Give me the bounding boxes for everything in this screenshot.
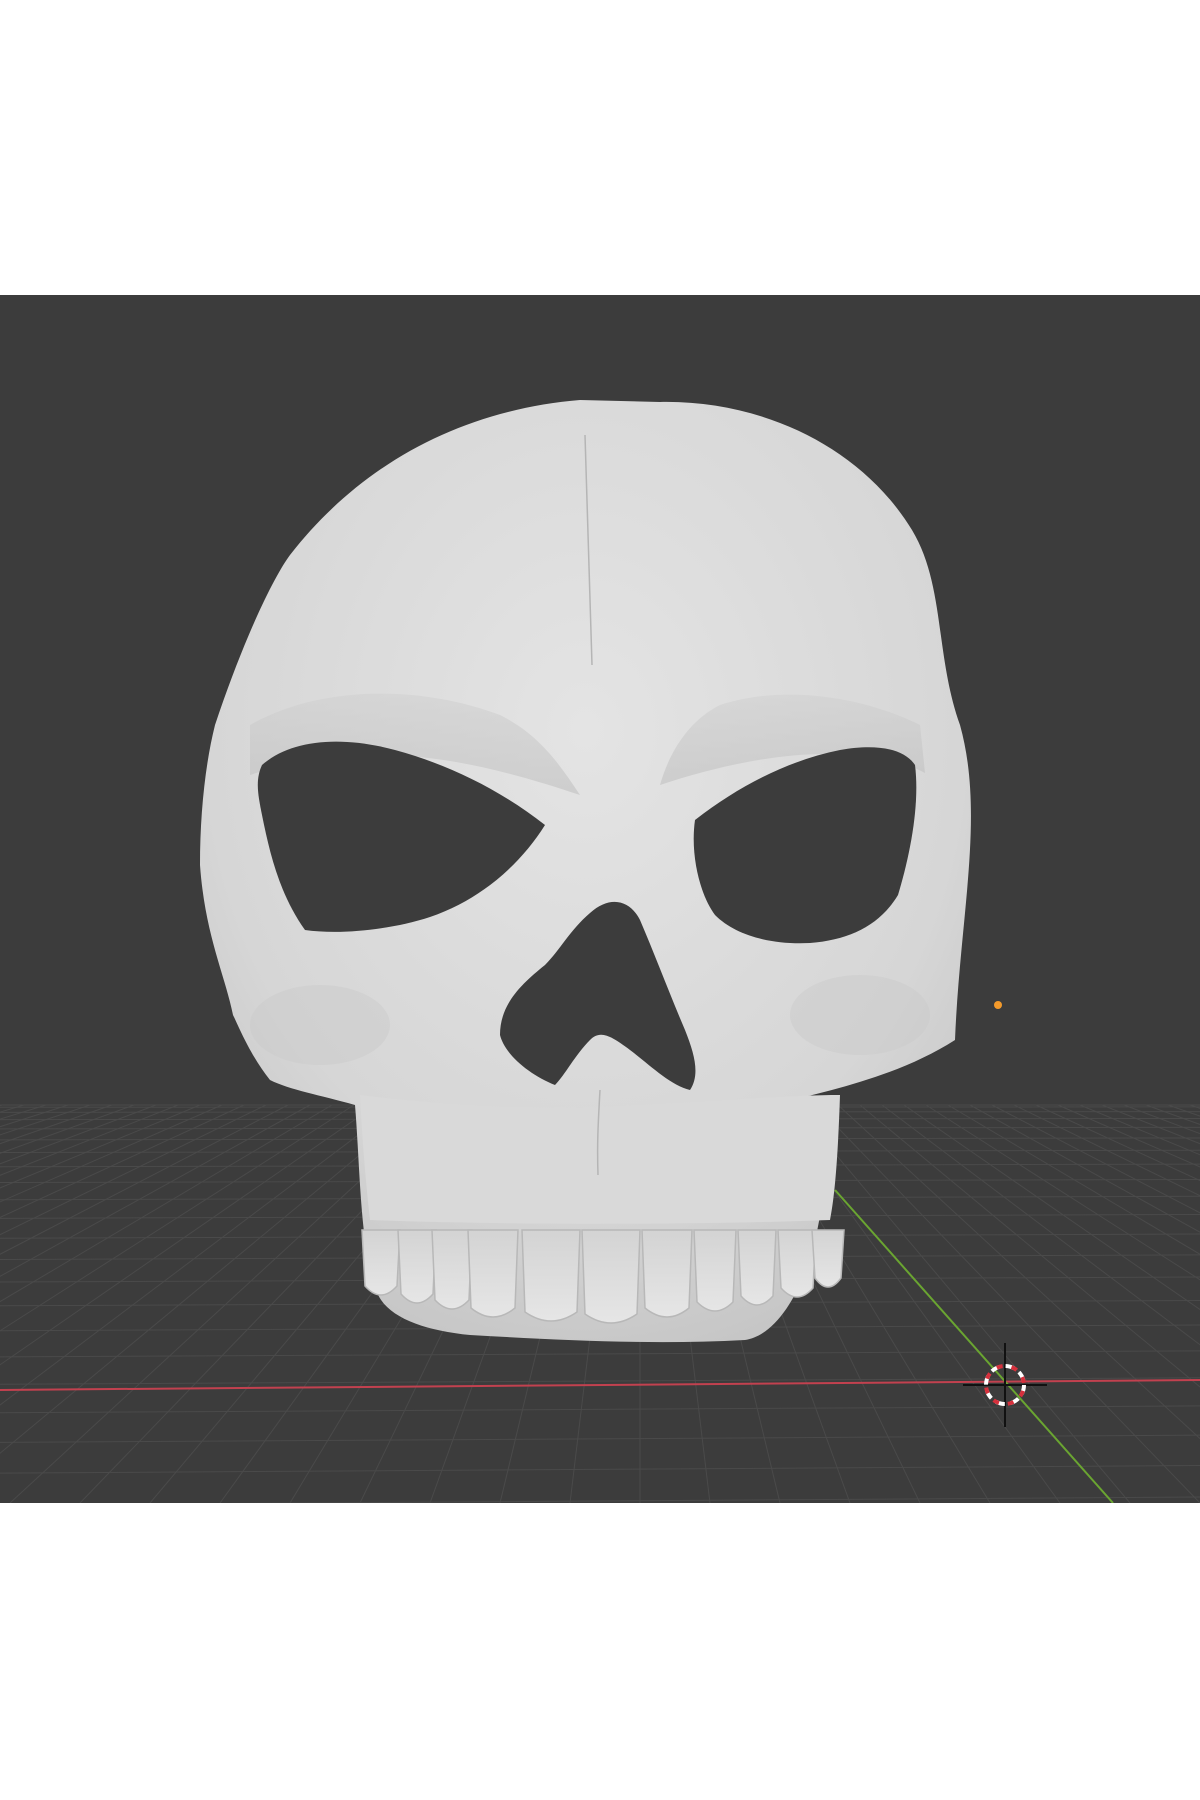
3d-viewport[interactable] — [0, 295, 1200, 1503]
tooth — [737, 1229, 777, 1306]
tooth — [777, 1229, 817, 1298]
left-cheek-shade — [250, 985, 390, 1065]
tooth — [641, 1229, 693, 1318]
tooth — [467, 1229, 519, 1318]
tooth — [397, 1229, 437, 1304]
light-object-dot[interactable] — [994, 1001, 1002, 1009]
viewport-canvas[interactable] — [0, 295, 1200, 1503]
right-cheek-shade — [790, 975, 930, 1055]
tooth — [521, 1229, 581, 1322]
upper-jaw — [360, 1095, 840, 1224]
tooth — [361, 1229, 401, 1296]
tooth — [811, 1229, 845, 1288]
page — [0, 0, 1200, 1800]
tooth — [431, 1229, 473, 1310]
tooth — [581, 1229, 641, 1324]
tooth — [693, 1229, 737, 1312]
